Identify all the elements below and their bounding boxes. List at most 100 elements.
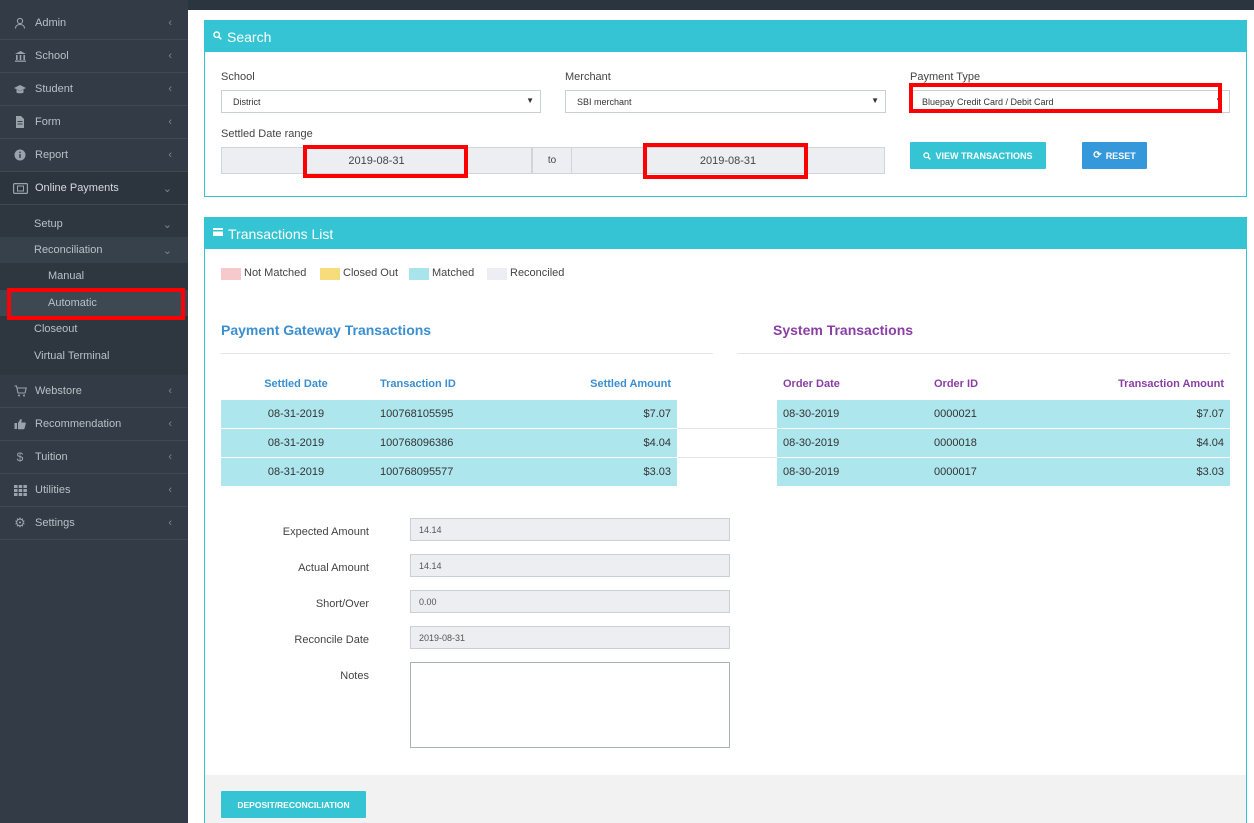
sidebar-subitem-label: Setup [34,218,63,230]
sidebar-item-tuition[interactable]: $ Tuition ‹ [0,441,188,474]
chevron-left-icon: ‹ [168,50,172,62]
sidebar-item-webstore[interactable]: Webstore ‹ [0,375,188,408]
search-panel: Search School District ▼ Merchant SBI me… [204,20,1247,197]
expected-amount-field[interactable]: 14.14 [410,518,730,541]
sidebar-item-school[interactable]: School ‹ [0,40,188,73]
short-over-field[interactable]: 0.00 [410,590,730,613]
sidebar-subitem-automatic[interactable]: Automatic [0,290,188,316]
system-transactions-title: System Transactions [773,322,914,338]
cart-icon [12,384,28,398]
legend-closed-out: Closed Out [343,267,399,279]
sidebar-subitem-setup[interactable]: Setup ⌄ [0,211,188,237]
sidebar-subitem-reconciliation[interactable]: Reconciliation ⌄ [0,237,188,263]
sidebar-item-student[interactable]: Student ‹ [0,73,188,106]
gateway-settled-date: 08-31-2019 [267,408,325,420]
sidebar: Admin ‹ School ‹ Student ‹ Form ‹ Report… [0,0,188,823]
transactions-panel: Transactions List Not Matched Closed Out… [204,217,1247,823]
school-label: School [221,71,255,83]
system-row[interactable]: 08-30-2019 0000021 $7.07 [777,400,1230,428]
chevron-left-icon: ‹ [168,385,172,397]
deposit-reconciliation-label: DEPOSIT/RECONCILIATION [237,799,350,810]
sidebar-subitem-virtual-terminal[interactable]: Virtual Terminal [0,343,188,369]
system-order-date: 08-30-2019 [783,466,840,478]
row-separator [677,457,777,458]
deposit-reconciliation-button[interactable]: DEPOSIT/RECONCILIATION [221,791,366,818]
system-transaction-amount: $7.07 [1196,408,1224,420]
school-select[interactable]: District ▼ [221,90,541,113]
sidebar-subitem-label: Virtual Terminal [34,350,110,362]
gateway-header-transaction-id: Transaction ID [380,378,456,390]
chevron-left-icon: ‹ [168,17,172,29]
merchant-select[interactable]: SBI merchant ▼ [565,90,886,113]
legend-not-matched: Not Matched [244,267,307,279]
notes-textarea[interactable] [410,662,730,748]
gateway-settled-amount: $7.07 [643,408,671,420]
chevron-left-icon: ‹ [168,149,172,161]
payment-type-select-value: Bluepay Credit Card / Debit Card [922,96,1054,107]
reset-button[interactable]: ⟳ RESET [1082,142,1147,169]
refresh-icon: ⟳ [1093,150,1102,161]
gateway-row[interactable]: 08-31-2019 100768096386 $4.04 [221,429,677,457]
legend-swatch-reconciled [487,268,507,280]
sidebar-item-report[interactable]: Report ‹ [0,139,188,172]
search-icon [213,30,222,43]
bank-icon [12,49,28,63]
system-order-date: 08-30-2019 [783,437,840,449]
chevron-down-icon: ⌄ [162,244,172,257]
sidebar-subitem-manual[interactable]: Manual [0,263,188,289]
notes-label: Notes [340,670,369,682]
date-to-value: 2019-08-31 [699,154,757,167]
sidebar-subitem-label: Closeout [34,323,78,335]
reconcile-date-value: 2019-08-31 [419,632,466,643]
user-icon [12,16,28,30]
date-to-input[interactable]: 2019-08-31 [571,147,885,174]
actual-amount-value: 14.14 [419,560,442,571]
gear-icon: ⚙ [14,515,26,530]
sidebar-item-admin[interactable]: Admin ‹ [0,7,188,40]
chevron-down-icon: ⌄ [162,218,172,231]
reconcile-date-label: Reconcile Date [294,634,369,646]
actual-amount-field[interactable]: 14.14 [410,554,730,577]
date-from-value: 2019-08-31 [348,154,405,167]
gateway-header-settled-date: Settled Date [264,378,328,390]
document-icon [12,115,28,129]
sidebar-item-label: Report [35,149,69,161]
credit-card-icon [213,228,223,239]
gateway-settled-date: 08-31-2019 [267,466,325,478]
sidebar-item-label: Admin [35,17,67,29]
sidebar-item-online-payments[interactable]: Online Payments ⌄ [0,172,188,205]
gateway-transaction-id: 100768096386 [380,437,454,449]
gateway-row[interactable]: 08-31-2019 100768095577 $3.03 [221,458,677,486]
chevron-down-icon: ⌄ [162,182,172,195]
system-transaction-amount: $4.04 [1196,437,1224,449]
search-title: Search [227,28,272,45]
legend-matched: Matched [432,267,475,279]
date-from-input[interactable]: 2019-08-31 [221,147,532,174]
gateway-row[interactable]: 08-31-2019 100768105595 $7.07 [221,400,677,428]
form-footer: DEPOSIT/RECONCILIATION [205,775,1246,823]
credit-card-icon [12,181,28,195]
gateway-transaction-id: 100768105595 [380,408,454,420]
actual-amount-label: Actual Amount [298,562,369,574]
payment-type-select[interactable]: Bluepay Credit Card / Debit Card ▼ [910,90,1230,113]
view-transactions-button[interactable]: VIEW TRANSACTIONS [910,142,1046,169]
sidebar-item-label: Student [35,83,73,95]
sidebar-item-label: School [35,50,69,62]
gateway-transaction-id: 100768095577 [380,466,454,478]
legend-swatch-closed-out [320,268,340,280]
sidebar-item-recommendation[interactable]: Recommendation ‹ [0,408,188,441]
system-header-transaction-amount: Transaction Amount [1118,378,1224,390]
system-row[interactable]: 08-30-2019 0000018 $4.04 [777,429,1230,457]
sidebar-item-label: Settings [35,517,75,529]
sidebar-subitem-closeout[interactable]: Closeout [0,316,188,342]
info-icon [12,148,28,162]
sidebar-item-utilities[interactable]: Utilities ‹ [0,474,188,507]
caret-down-icon: ▼ [871,96,879,105]
reconcile-date-field[interactable]: 2019-08-31 [410,626,730,649]
system-row[interactable]: 08-30-2019 0000017 $3.03 [777,458,1230,486]
sidebar-item-form[interactable]: Form ‹ [0,106,188,139]
sidebar-item-settings[interactable]: ⚙ Settings ‹ [0,507,188,540]
transactions-panel-header: Transactions List [205,218,1246,249]
sidebar-item-label: Webstore [35,385,82,397]
system-header-order-id: Order ID [934,378,979,390]
